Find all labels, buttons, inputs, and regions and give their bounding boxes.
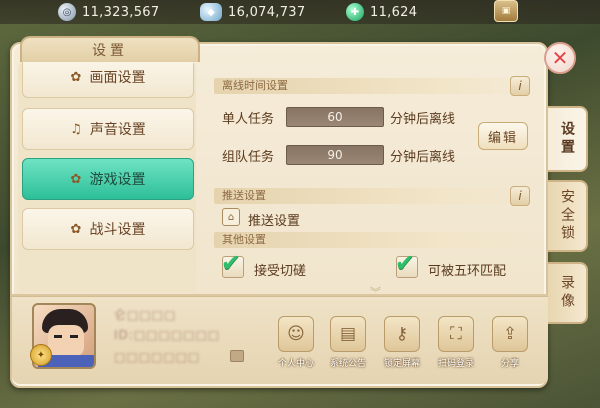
battle-icon: ✿ [70,221,82,237]
checkmark-icon: ✔ [221,249,242,277]
lock-screen-button[interactable]: ⚷ 锁定屏幕 [380,316,424,372]
silver-ingot-value: 16,074,737 [228,4,306,20]
share-button[interactable]: ⇪ 分享 [488,316,532,372]
team-suffix: 分钟后离线 [390,150,456,165]
scroll-icon: ▤ [330,316,366,352]
menu-item-battle[interactable]: ✿ 战斗设置 [22,208,194,250]
tab-security-lock[interactable]: 安全锁 [548,180,588,252]
key-icon: ⚷ [384,316,420,352]
scan-icon: ⛶ [438,316,474,352]
offline-section-header: 离线时间设置 [214,78,540,94]
gift-box-icon[interactable]: ▣ [494,0,518,22]
fn-label: 锁定屏幕 [383,359,420,369]
menu-item-sound[interactable]: ♫ 声音设置 [22,108,194,150]
silver-ingot-icon: ◆ [200,3,222,21]
graphics-icon: ✿ [70,69,82,85]
jade-gem-icon: ✚ [346,3,364,21]
tab-replay[interactable]: 录像 [548,262,588,324]
avatar-face [48,325,84,357]
edit-button[interactable]: 编辑 [478,122,528,150]
push-section-header: 推送设置 [214,188,540,204]
silver-coin-icon: ◎ [58,3,76,21]
silver-ingot-counter: ◆ 16,074,737 [200,2,305,22]
system-notice-button[interactable]: ▤ 系统公告 [326,316,370,372]
menu-item-label: 游戏设置 [89,172,146,188]
jade-value: 11,624 [370,4,418,20]
solo-suffix: 分钟后离线 [390,112,456,127]
menu-item-graphics[interactable]: ✿ 画面设置 [22,62,194,98]
settings-menu: ✿ 画面设置 ♫ 声音设置 ✿ 游戏设置 ✿ 战斗设置 [18,62,196,292]
game-gear-icon: ✿ [70,171,82,187]
avatar-eye [54,335,62,338]
scan-login-button[interactable]: ⛶ 扫码登录 [434,316,478,372]
fn-label: 分享 [500,359,519,369]
silver-coin-counter: ◎ 11,323,567 [58,2,159,22]
copy-icon[interactable] [230,350,244,362]
team-task-label: 组队任务 [222,150,275,165]
menu-item-label: 战斗设置 [89,222,146,238]
player-id: ID:□□□□□□□ [114,328,221,342]
accept-duel-label: 接受切磋 [254,264,307,279]
push-settings-label[interactable]: 推送设置 [248,210,300,229]
solo-minutes-input[interactable]: 60 [286,107,384,127]
share-icon: ⇪ [492,316,528,352]
fn-label: 个人中心 [277,359,314,369]
panel-title: 设置 [20,36,200,62]
close-icon: ✕ [551,46,569,70]
solo-task-label: 单人任务 [222,112,275,127]
menu-item-label: 画面设置 [89,70,146,86]
jade-counter: ✚ 11,624 [346,2,417,22]
fn-label: 扫码登录 [437,359,474,369]
team-minutes-input[interactable]: 90 [286,145,384,165]
avatar-eye [70,335,78,338]
tab-settings[interactable]: 设置 [548,106,588,172]
function-buttons: ☺ 个人中心 ▤ 系统公告 ⚷ 锁定屏幕 ⛶ 扫码登录 ⇪ 分享 [274,316,536,376]
checkmark-icon: ✔ [395,249,416,277]
player-name: 仑□□□□ [114,308,177,322]
player-server: □□□□□□□ [114,350,201,364]
fn-label: 系统公告 [329,359,366,369]
accept-duel-checkbox[interactable]: ✔ [221,249,244,278]
five-ring-match-label: 可被五环匹配 [428,264,507,279]
personal-center-button[interactable]: ☺ 个人中心 [274,316,318,372]
five-ring-match-checkbox[interactable]: ✔ [395,249,418,278]
menu-item-label: 声音设置 [89,122,146,138]
school-badge-icon: ✦ [30,344,52,366]
music-note-icon: ♫ [70,121,82,137]
menu-item-game[interactable]: ✿ 游戏设置 [22,158,194,200]
push-settings-icon[interactable]: ⌂ [222,208,240,226]
other-section-header: 其他设置 [214,232,540,248]
push-info-button[interactable]: i [510,186,530,206]
offline-info-button[interactable]: i [510,76,530,96]
person-icon: ☺ [278,316,314,352]
close-button[interactable]: ✕ [544,42,576,74]
silver-coin-value: 11,323,567 [82,4,160,20]
